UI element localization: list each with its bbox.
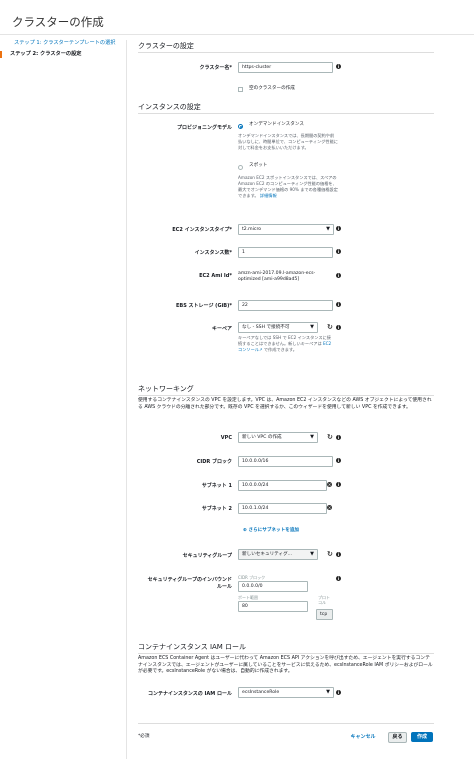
keypair-label: キーペア [211, 326, 232, 332]
caret-down-icon: ▼ [310, 434, 314, 440]
sidebar-divider [126, 40, 127, 759]
iam-desc: Amazon ECS Container Agent はユーザーに代わって Am… [138, 656, 433, 674]
info-icon[interactable]: i [336, 458, 341, 463]
required-note: *必須 [138, 734, 150, 739]
header-divider [0, 34, 474, 35]
protocol-input[interactable]: tcp [316, 609, 333, 620]
spot-learn-more-link[interactable]: 詳細情報 [260, 193, 277, 198]
info-icon[interactable]: i [336, 64, 341, 69]
empty-cluster-label: 空のクラスターの作成 [249, 86, 295, 91]
protocol-label: プロト コル [318, 595, 330, 605]
refresh-icon[interactable]: ↻ [327, 434, 333, 441]
ondemand-label: オンデマンドインスタンス [249, 122, 304, 127]
ondemand-radio[interactable] [238, 124, 243, 129]
external-link-icon: ↗ [258, 347, 263, 352]
back-button[interactable]: 戻る [388, 732, 407, 743]
info-icon[interactable]: i [336, 576, 341, 581]
ami-id-label: EC2 Ami Id* [199, 273, 232, 279]
section-divider [138, 52, 434, 53]
remove-subnet-icon[interactable]: × [327, 505, 332, 510]
add-subnet-label: さらにサブネットを追加 [248, 528, 300, 533]
info-icon[interactable]: i [336, 302, 341, 307]
info-icon[interactable]: i [336, 325, 341, 330]
iam-role-value: ecsInstanceRole [242, 690, 280, 695]
ami-id-value: amzn-ami-2017.09.l-amazon-ecs-optimized … [238, 271, 316, 282]
subnet-1-input[interactable]: 10.0.0.0/24 [238, 480, 327, 491]
cluster-section-title: クラスターの設定 [138, 42, 194, 50]
section-divider [138, 653, 434, 654]
inbound-rules-label-line2: ルール [216, 584, 232, 590]
instance-type-select[interactable]: t2.micro ▼ [238, 224, 334, 235]
keypair-desc-tail: で作成できます。 [263, 347, 297, 352]
cidr-block-input[interactable]: 10.0.0.0/16 [238, 456, 333, 467]
info-icon[interactable]: i [336, 552, 341, 557]
keypair-select[interactable]: なし - SSH で接続不可 ▼ [238, 322, 318, 333]
info-icon[interactable]: i [336, 690, 341, 695]
instance-type-value: t2.micro [242, 227, 262, 232]
step-2-current: ステップ 2: クラスターの設定 [0, 51, 81, 58]
info-icon[interactable]: i [336, 435, 341, 440]
keypair-desc: キーペアなしでは SSH で EC2 インスタンスに接続することはできません。新… [238, 335, 332, 353]
cidr-block-label: CIDR ブロック [196, 459, 232, 465]
ebs-storage-input[interactable]: 22 [238, 300, 333, 311]
caret-down-icon: ▼ [326, 689, 330, 695]
network-section-title: ネットワーキング [138, 385, 194, 393]
spot-desc-text: Amazon EC2 スポットインスタンスでは、スペアの Amazon EC2 … [238, 175, 338, 198]
subnet-2-label: サブネット 2 [201, 506, 232, 512]
inbound-cidr-input[interactable]: 0.0.0.0/0 [238, 581, 308, 592]
instance-section-title: インスタンスの設定 [138, 103, 201, 111]
inbound-rules-label-line1: セキュリティグループのインバウンド [147, 577, 232, 583]
keypair-desc-text: キーペアなしでは SSH で EC2 インスタンスに接続することはできません。新… [238, 335, 331, 346]
inbound-rules-label: セキュリティグループのインバウンド ルール [122, 576, 232, 590]
step-1-link[interactable]: ステップ 1: クラスターテンプレートの選択 [4, 40, 115, 47]
network-desc: 使用するコンテナインスタンスの VPC を設定します。VPC は、Amazon … [138, 398, 432, 410]
instance-count-input[interactable]: 1 [238, 247, 333, 258]
security-group-select[interactable]: 新しいセキュリティグ... ▼ [238, 549, 318, 560]
empty-cluster-checkbox[interactable] [238, 87, 243, 92]
plus-circle-icon: ⊕ [243, 528, 247, 533]
vpc-value: 新しい VPC の作成 [242, 435, 282, 440]
iam-section-title: コンテナインスタンス IAM ロール [138, 643, 247, 651]
instance-type-label: EC2 インスタンスタイプ* [172, 227, 232, 233]
protocol-label-line2: コル [318, 600, 326, 605]
footer-divider [138, 723, 434, 724]
subnet-2-input[interactable]: 10.0.1.0/24 [238, 503, 327, 514]
refresh-icon[interactable]: ↻ [327, 324, 333, 331]
caret-down-icon: ▼ [326, 226, 330, 232]
remove-subnet-icon[interactable]: × [327, 482, 332, 487]
cancel-button[interactable]: キャンセル [347, 732, 379, 742]
vpc-select[interactable]: 新しい VPC の作成 ▼ [238, 432, 318, 443]
security-group-label: セキュリティグループ [182, 553, 232, 559]
add-subnet-button[interactable]: ⊕ さらにサブネットを追加 [243, 528, 299, 534]
cluster-name-label: クラスター名* [199, 65, 232, 71]
provisioning-label: プロビジョニングモデル [176, 125, 232, 131]
instance-count-label: インスタンス数* [194, 250, 232, 256]
caret-down-icon: ▼ [310, 324, 314, 330]
ebs-storage-label: EBS ストレージ (GiB)* [175, 303, 232, 309]
info-icon[interactable]: i [336, 482, 341, 487]
vpc-label: VPC [220, 435, 232, 441]
spot-desc: Amazon EC2 スポットインスタンスでは、スペアの Amazon EC2 … [238, 175, 338, 199]
info-icon[interactable]: i [336, 273, 341, 278]
ondemand-desc: オンデマンドインスタンスでは、長期間の契約や前払いなしに、時間単位で、コンピュー… [238, 133, 338, 150]
iam-role-select[interactable]: ecsInstanceRole ▼ [238, 687, 334, 698]
info-icon[interactable]: i [336, 249, 341, 254]
iam-role-label: コンテナインスタンスの IAM ロール [148, 691, 232, 697]
subnet-1-label: サブネット 1 [201, 483, 232, 489]
refresh-icon[interactable]: ↻ [327, 551, 333, 558]
caret-down-icon: ▼ [310, 551, 314, 557]
security-group-value: 新しいセキュリティグ... [242, 552, 293, 557]
section-divider [138, 113, 434, 114]
spot-radio[interactable] [238, 165, 243, 170]
cluster-name-input[interactable]: https-cluster [238, 62, 333, 73]
spot-label: スポット [249, 163, 268, 168]
section-divider [138, 395, 434, 396]
page-title: クラスターの作成 [12, 15, 104, 29]
info-icon[interactable]: i [336, 226, 341, 231]
create-button[interactable]: 作成 [411, 732, 433, 742]
port-range-input[interactable]: 80 [238, 601, 308, 612]
keypair-value: なし - SSH で接続不可 [242, 325, 290, 330]
